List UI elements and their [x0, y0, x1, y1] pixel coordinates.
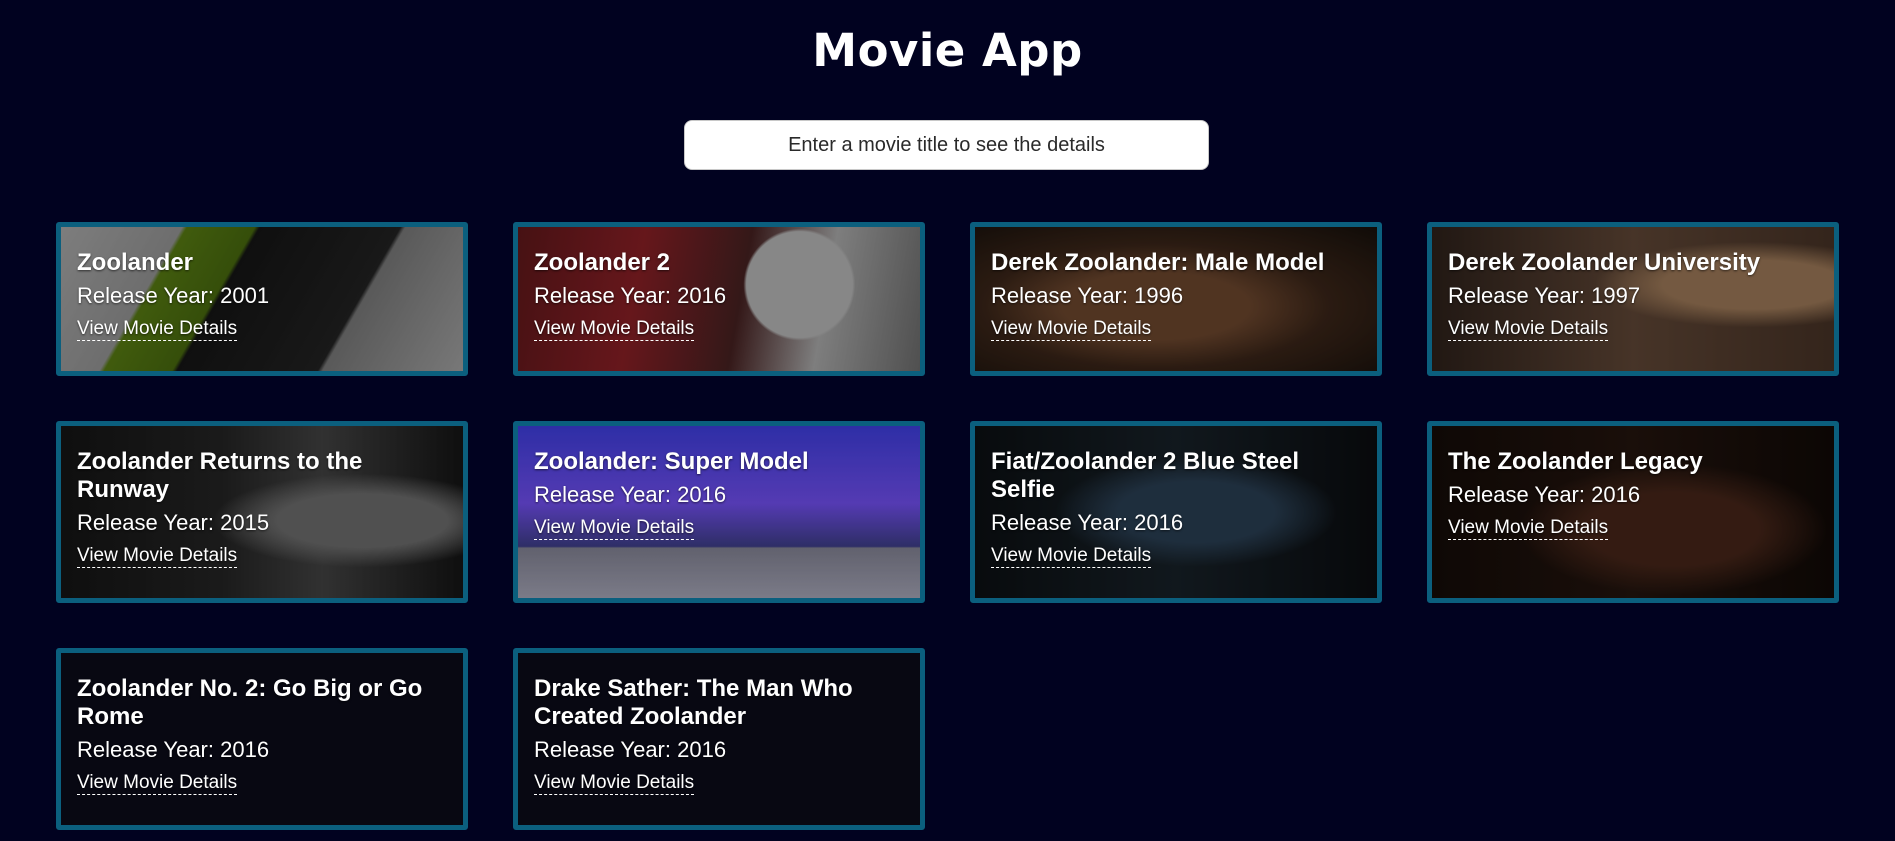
movie-card[interactable]: Zoolander Release Year: 2001 View Movie … — [56, 222, 468, 376]
movie-card[interactable]: Zoolander Returns to the Runway Release … — [56, 421, 468, 603]
movie-release-year: Release Year: 2016 — [1448, 482, 1641, 507]
movie-title: Drake Sather: The Man Who Created Zoolan… — [534, 675, 853, 730]
view-movie-details-link[interactable]: View Movie Details — [77, 772, 238, 795]
view-movie-details-link[interactable]: View Movie Details — [77, 318, 238, 341]
movie-title: Fiat/Zoolander 2 Blue Steel Selfie — [991, 448, 1300, 503]
movie-card[interactable]: Zoolander 2 Release Year: 2016 View Movi… — [513, 222, 925, 376]
movie-card[interactable]: Fiat/Zoolander 2 Blue Steel Selfie Relea… — [970, 421, 1382, 603]
movie-release-year: Release Year: 2016 — [534, 737, 727, 762]
movie-title: Zoolander 2 — [534, 249, 671, 276]
movie-title: The Zoolander Legacy — [1448, 448, 1703, 475]
movie-title: Derek Zoolander: Male Model — [991, 249, 1325, 276]
movie-release-year: Release Year: 1997 — [1448, 283, 1641, 308]
search-input[interactable] — [684, 120, 1209, 170]
movie-release-year: Release Year: 2001 — [77, 283, 270, 308]
movie-card[interactable]: Drake Sather: The Man Who Created Zoolan… — [513, 648, 925, 830]
view-movie-details-link[interactable]: View Movie Details — [991, 545, 1152, 568]
movie-release-year: Release Year: 2016 — [991, 510, 1184, 535]
view-movie-details-link[interactable]: View Movie Details — [534, 318, 695, 341]
movie-card[interactable]: Zoolander: Super Model Release Year: 201… — [513, 421, 925, 603]
view-movie-details-link[interactable]: View Movie Details — [534, 772, 695, 795]
view-movie-details-link[interactable]: View Movie Details — [534, 517, 695, 540]
movie-card[interactable]: Derek Zoolander University Release Year:… — [1427, 222, 1839, 376]
movie-title: Zoolander Returns to the Runway — [77, 448, 363, 503]
movie-title: Zoolander No. 2: Go Big or Go Rome — [77, 675, 423, 730]
movie-title: Zoolander — [77, 249, 194, 276]
page-title: Movie App — [812, 24, 1083, 77]
movie-release-year: Release Year: 2016 — [534, 283, 727, 308]
view-movie-details-link[interactable]: View Movie Details — [991, 318, 1152, 341]
movie-release-year: Release Year: 2016 — [77, 737, 270, 762]
movie-release-year: Release Year: 2016 — [534, 482, 727, 507]
view-movie-details-link[interactable]: View Movie Details — [1448, 318, 1609, 341]
movie-card[interactable]: Zoolander No. 2: Go Big or Go Rome Relea… — [56, 648, 468, 830]
movie-release-year: Release Year: 1996 — [991, 283, 1184, 308]
view-movie-details-link[interactable]: View Movie Details — [1448, 517, 1609, 540]
movie-title: Zoolander: Super Model — [534, 448, 809, 475]
movie-card[interactable]: The Zoolander Legacy Release Year: 2016 … — [1427, 421, 1839, 603]
view-movie-details-link[interactable]: View Movie Details — [77, 545, 238, 568]
movie-release-year: Release Year: 2015 — [77, 510, 270, 535]
movie-card[interactable]: Derek Zoolander: Male Model Release Year… — [970, 222, 1382, 376]
movie-title: Derek Zoolander University — [1448, 249, 1761, 276]
